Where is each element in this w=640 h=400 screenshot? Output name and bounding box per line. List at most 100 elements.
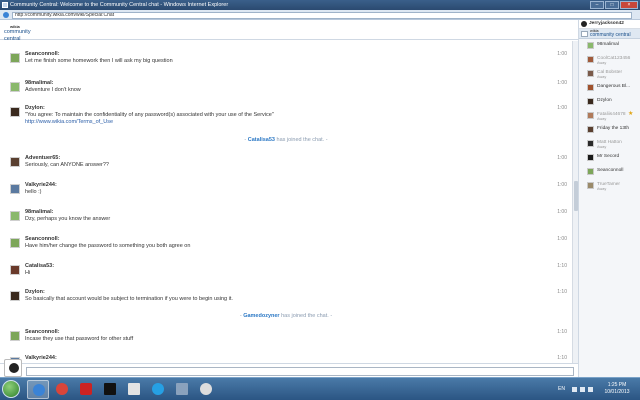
user-list-item[interactable]: 98malimal: [579, 40, 640, 54]
user-list: 98malimal CoolCat123456 Away Cal Bobster Awa…: [579, 40, 640, 194]
message-username[interactable]: Valkyrie244:: [25, 182, 57, 188]
user-name: Dangerous Bl...: [597, 83, 631, 89]
chat-header: wikia community central: [0, 20, 578, 42]
user-avatar[interactable]: [10, 157, 20, 167]
taskbar-app-button[interactable]: [123, 380, 145, 399]
user-avatar[interactable]: [10, 211, 20, 221]
message-time: 1:00: [557, 236, 567, 242]
user-avatar[interactable]: [10, 82, 20, 92]
user-list-item[interactable]: Mr Secord: [579, 152, 640, 166]
message-time: 1:00: [557, 155, 567, 161]
message-username[interactable]: Seanconnoll:: [25, 236, 60, 242]
message-username[interactable]: Valkyrie244:: [25, 355, 57, 361]
tray-icon[interactable]: [572, 387, 577, 392]
join-notice-user[interactable]: Catalisa53: [248, 137, 275, 143]
user-avatar: [587, 84, 594, 91]
user-list-item[interactable]: CoolCat123456 Away: [579, 54, 640, 68]
taskbar-terminal-button[interactable]: [99, 380, 121, 399]
current-user-bar[interactable]: Jerryjackson42: [579, 20, 640, 29]
url-input[interactable]: http://community.wikia.com/wiki/Special:…: [12, 11, 632, 19]
user-avatar: [587, 42, 594, 49]
message-text: Let me finish some homework then I will …: [25, 58, 173, 64]
message-text: Have him/her change the password to some…: [25, 243, 191, 249]
wiki-logo[interactable]: wikia community central: [4, 24, 44, 42]
join-notice-user[interactable]: Gamedozyner: [243, 313, 279, 319]
user-list-item[interactable]: Fataliis44678 Away ★: [579, 110, 640, 124]
user-avatar[interactable]: [10, 331, 20, 341]
message-text: hello :): [25, 189, 42, 195]
user-name: Cal Bobster: [597, 69, 623, 75]
user-list-item[interactable]: Seanconnoll: [579, 166, 640, 180]
message-username[interactable]: Adventuer65:: [25, 155, 60, 161]
message-text: "You agree: To maintain the confidential…: [25, 112, 274, 118]
maximize-button[interactable]: □: [605, 1, 619, 9]
chat-message-input[interactable]: [26, 367, 574, 376]
message-time: 1:10: [557, 263, 567, 269]
user-name: CoolCat123456: [597, 55, 631, 61]
message-time: 1:10: [557, 289, 567, 295]
clock-time: 1:25 PM: [607, 382, 627, 388]
user-name: 98malimal: [597, 41, 619, 47]
message-username[interactable]: 98malimal:: [25, 209, 53, 215]
user-name: Mr Secord: [597, 153, 620, 159]
terms-link[interactable]: http://www.wikia.com/Terms_of_Use: [25, 119, 113, 126]
close-button[interactable]: ×: [620, 1, 638, 9]
user-avatar[interactable]: [10, 291, 20, 301]
message-text: So basically that account would be subje…: [25, 296, 233, 302]
user-avatar[interactable]: [10, 238, 20, 248]
user-avatar[interactable]: [10, 265, 20, 275]
window-titlebar: Community Central: Welcome to the Commun…: [0, 0, 640, 10]
message-username[interactable]: 98malimal:: [25, 80, 53, 86]
ie-window-icon: [2, 2, 8, 8]
user-name: Matt Hatton: [597, 139, 622, 145]
user-name: Friday the 13th: [597, 125, 629, 131]
user-avatar: [587, 112, 594, 119]
message-username[interactable]: Seanconnoll:: [25, 51, 60, 57]
message-text: Hi: [25, 270, 31, 276]
join-notice: - Catalisa53 has joined the chat. -: [244, 137, 328, 143]
tray-icon[interactable]: [580, 387, 585, 392]
user-status: Away: [597, 145, 607, 149]
taskbar-chrome-button[interactable]: [51, 380, 73, 399]
user-avatar: [587, 126, 594, 133]
user-list-item[interactable]: Dzylon: [579, 96, 640, 110]
taskbar-ie-button[interactable]: [27, 380, 49, 399]
star-icon: ★: [628, 111, 634, 117]
message-username[interactable]: Dzylon:: [25, 105, 45, 111]
message-username[interactable]: Dzylon:: [25, 289, 45, 295]
user-name: TrueTamer: [597, 181, 621, 187]
user-name: Dzylon: [597, 97, 612, 103]
user-list-item[interactable]: Dangerous Bl...: [579, 82, 640, 96]
current-user-avatar: [581, 21, 587, 27]
self-avatar: [4, 359, 22, 377]
user-list-item[interactable]: TrueTamer Away: [579, 180, 640, 194]
join-notice-text: has joined the chat.: [274, 137, 325, 143]
window-title: Community Central: Welcome to the Commun…: [10, 2, 229, 8]
taskbar-app-button[interactable]: [75, 380, 97, 399]
user-avatar: [587, 182, 594, 189]
tray-icon[interactable]: [588, 387, 593, 392]
tray-language[interactable]: EN: [558, 386, 565, 392]
user-avatar[interactable]: [10, 184, 20, 194]
start-button[interactable]: [2, 380, 20, 398]
user-list-item[interactable]: Friday the 13th: [579, 124, 640, 138]
user-status: Away: [597, 75, 607, 79]
message-time: 1:00: [557, 209, 567, 215]
user-list-item[interactable]: Matt Hatton Away: [579, 138, 640, 152]
user-avatar[interactable]: [10, 107, 20, 117]
user-avatar[interactable]: [10, 53, 20, 63]
taskbar-app-button[interactable]: [171, 380, 193, 399]
user-list-sidebar: Jerryjackson42 wikia community central 9…: [578, 20, 640, 377]
taskbar-app-button[interactable]: [195, 380, 217, 399]
ie-page-icon: [3, 12, 9, 18]
user-list-item[interactable]: Cal Bobster Away: [579, 68, 640, 82]
message-username[interactable]: Seanconnoll:: [25, 329, 60, 335]
minimize-button[interactable]: –: [590, 1, 604, 9]
taskbar-skype-button[interactable]: [147, 380, 169, 399]
tray-clock[interactable]: 1:25 PM 10/01/2013: [597, 382, 637, 396]
message-username[interactable]: Catalisa53:: [25, 263, 54, 269]
room-header[interactable]: wikia community central: [579, 29, 640, 39]
user-avatar: [587, 154, 594, 161]
chat-messages: Seanconnoll: Let me finish some homework…: [0, 41, 572, 363]
chat-input-area: [0, 359, 578, 377]
